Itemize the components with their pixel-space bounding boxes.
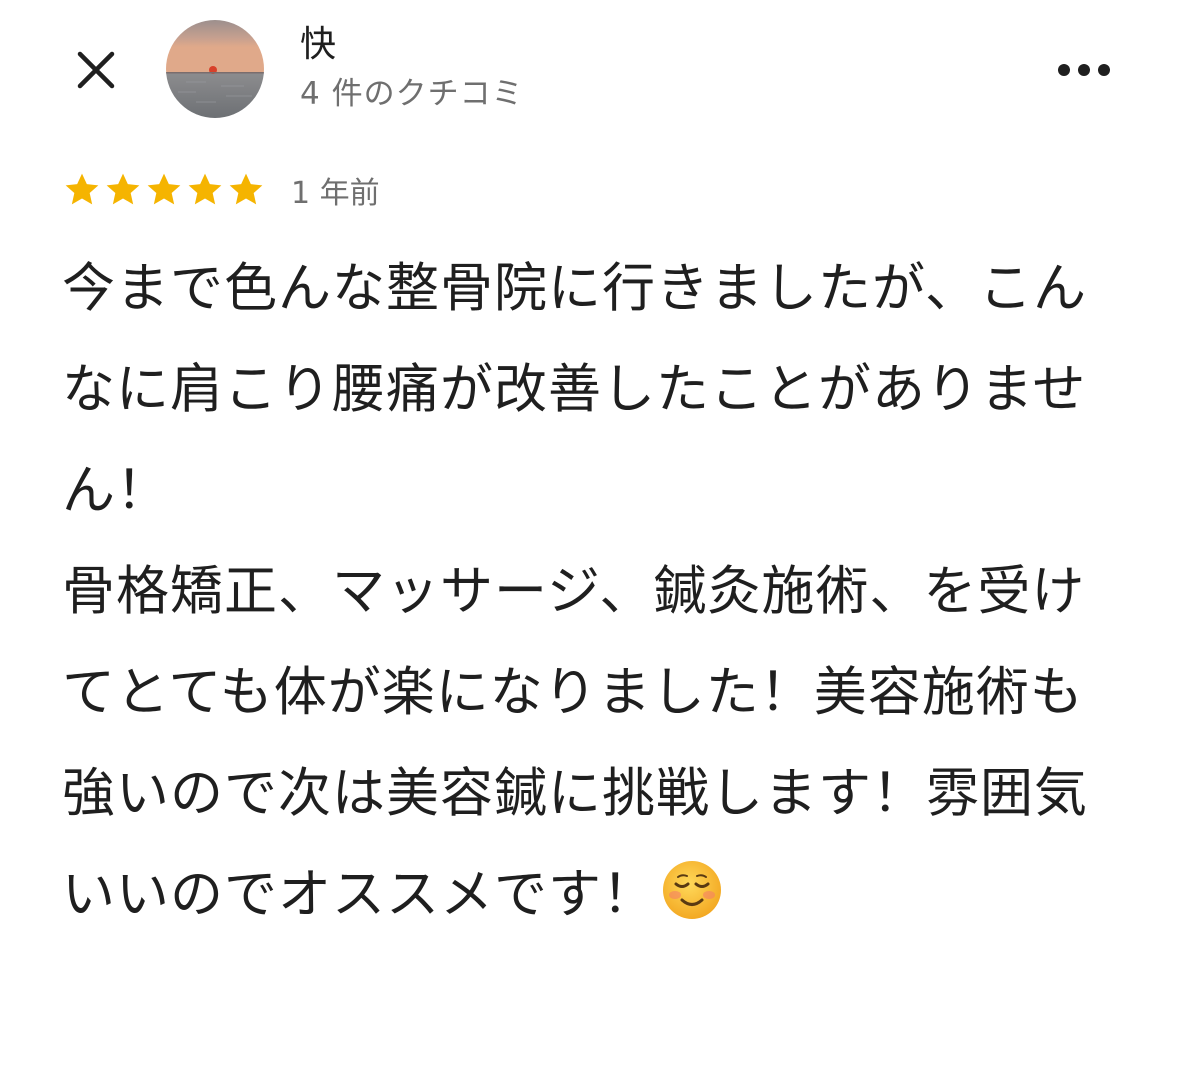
star-rating [62,170,267,210]
review-body: 今まで色んな整骨院に行きましたが、こんなに肩こり腰痛が改善したことがありません！… [62,238,1132,945]
star-icon [147,173,181,205]
star-icon [229,173,263,205]
star-icon [65,173,99,205]
close-button[interactable] [62,36,130,104]
star-icon [106,173,140,205]
reviewer-name[interactable]: 快 [300,22,336,68]
more-options-button[interactable] [1046,42,1122,98]
review-text: 今まで色んな整骨院に行きましたが、こんなに肩こり腰痛が改善したことがありません！… [62,258,1088,925]
sunset-sea-avatar-icon [166,20,264,118]
smiling-face-emoji-icon [663,861,721,919]
close-icon [77,51,115,89]
reviewer-avatar[interactable] [166,20,264,118]
more-options-icon [1058,64,1110,76]
reviewer-review-count: 4 件のクチコミ [300,76,524,112]
star-icon [188,173,222,205]
rating-row: 1 年前 [62,168,380,212]
review-date: 1 年前 [291,176,380,211]
review-detail-screen: 快 4 件のクチコミ 1 年前 今まで色んな整骨院に行きましたが、こんなに肩こり… [0,0,1179,1065]
